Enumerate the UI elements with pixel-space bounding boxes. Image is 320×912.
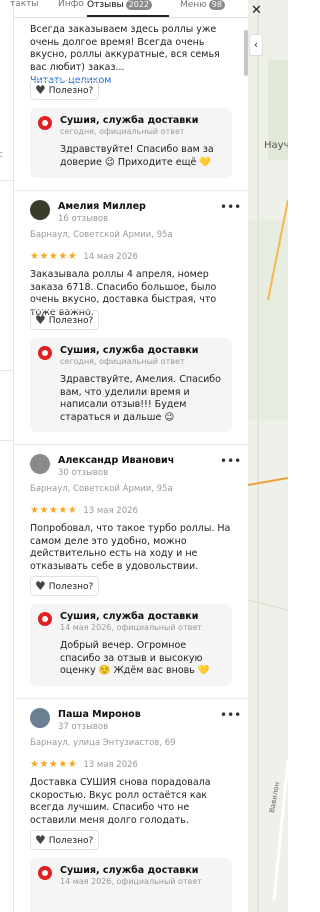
avatar[interactable] (30, 200, 50, 220)
reply-author: Сушия, служба доставки (60, 865, 199, 876)
useful-label: Полезно? (48, 836, 94, 846)
left-sidebar-strip: с (0, 0, 14, 912)
map-graphic (248, 0, 288, 912)
author-name[interactable]: Александр Иванович (58, 455, 174, 466)
close-icon[interactable]: ✕ (251, 4, 265, 18)
more-options-icon[interactable]: ••• (220, 454, 241, 468)
reply-author: Сушия, служба доставки (60, 345, 199, 356)
star-rating: ★★★★★ (30, 505, 78, 516)
brand-logo-icon (38, 866, 52, 880)
review-address: Барнаул, улица Энтузиастов, 69 (30, 738, 176, 748)
left-strip-text: с (0, 150, 3, 160)
review-card: Всегда заказываем здесь роллы уже очень … (18, 24, 242, 86)
heart-icon: ♥ (35, 579, 46, 593)
rating-row: ★★★★★ 13 мая 2026 (18, 752, 242, 771)
review-author-row: Александр Иванович 30 отзывов ••• (18, 454, 242, 484)
rating-row: ★★★★★ 14 мая 2026 (18, 244, 242, 263)
owner-reply: Сушия, служба доставки сегодня, официаль… (30, 108, 232, 178)
reply-text: Добрый вечер. Огромное спасибо за отзыв … (60, 640, 210, 676)
active-tab-indicator (87, 15, 169, 17)
useful-label: Полезно? (48, 582, 94, 592)
star-rating: ★★★★★ (30, 251, 78, 262)
app-root: Науч Вавилон ✕ ‹ с Всегда заказываем зде… (0, 0, 288, 912)
review-date: 13 мая 2026 (83, 506, 138, 516)
heart-icon: ♥ (35, 833, 46, 847)
reply-text: Здравствуйте! Спасибо вам за доверие 😉 П… (60, 144, 214, 168)
rating-row: ★★★★★ 13 мая 2026 (18, 498, 242, 517)
divider (0, 370, 14, 371)
review-divider (14, 190, 248, 191)
author-name[interactable]: Паша Миронов (58, 709, 141, 720)
review-date: 14 мая 2026 (83, 252, 138, 262)
review-author-row: Паша Миронов 37 отзывов ••• (18, 708, 242, 738)
tab-contacts[interactable]: такты (10, 0, 39, 18)
more-options-icon[interactable]: ••• (220, 708, 241, 722)
review-card: Амелия Миллер 16 отзывов ••• Барнаул, Со… (18, 200, 242, 319)
heart-icon: ♥ (35, 313, 46, 327)
reply-meta: 14 мая 2026, официальный ответ (60, 623, 202, 632)
tab-reviews-label: Отзывы (87, 0, 124, 10)
brand-logo-icon (38, 116, 52, 130)
useful-button[interactable]: ♥ Полезно? (30, 828, 100, 850)
author-name[interactable]: Амелия Миллер (58, 201, 146, 212)
owner-reply: Сушия, служба доставки 14 мая 2026, офиц… (30, 604, 232, 686)
brand-logo-icon (38, 612, 52, 626)
review-author-row: Амелия Миллер 16 отзывов ••• (18, 200, 242, 230)
review-divider (14, 444, 248, 445)
map-place-label: Науч (264, 140, 288, 151)
tab-info[interactable]: Инфо (58, 0, 84, 18)
review-divider (14, 698, 248, 699)
useful-button[interactable]: ♥ Полезно? (30, 78, 100, 100)
avatar[interactable] (30, 708, 50, 728)
tab-menu[interactable]: Меню 98 (180, 0, 225, 18)
reply-meta: 14 мая 2026, официальный ответ (60, 877, 202, 886)
chevron-left-icon[interactable]: ‹ (249, 34, 263, 56)
author-review-count: 16 отзывов (58, 214, 109, 224)
owner-reply: Сушия, служба доставки сегодня, официаль… (30, 338, 232, 432)
useful-label: Полезно? (48, 86, 94, 96)
tab-menu-label: Меню (180, 0, 207, 10)
reviews-count-badge: 2022 (125, 0, 152, 10)
more-options-icon[interactable]: ••• (220, 200, 241, 214)
author-review-count: 37 отзывов (58, 722, 109, 732)
map-area[interactable] (248, 0, 288, 912)
review-card: Александр Иванович 30 отзывов ••• Барнау… (18, 454, 242, 573)
reply-meta: сегодня, официальный ответ (60, 127, 185, 136)
review-date: 13 мая 2026 (83, 760, 138, 770)
owner-reply: Сушия, служба доставки 14 мая 2026, офиц… (30, 858, 232, 912)
menu-count-badge: 98 (208, 0, 225, 10)
avatar[interactable] (30, 454, 50, 474)
heart-icon: ♥ (35, 83, 46, 97)
useful-label: Полезно? (48, 316, 94, 326)
scrollbar[interactable] (244, 30, 248, 76)
tab-bar: такты Инфо Отзывы 2022 Меню 98 (10, 0, 248, 18)
useful-button[interactable]: ♥ Полезно? (30, 574, 100, 596)
reply-author: Сушия, служба доставки (60, 115, 199, 126)
review-text: Всегда заказываем здесь роллы уже очень … (30, 24, 220, 73)
reply-text: Здравствуйте, Амелия. Спасибо вам, что у… (60, 374, 221, 423)
brand-logo-icon (38, 346, 52, 360)
divider (0, 180, 14, 181)
review-text: Доставка СУШИЯ снова порадовала скорость… (30, 777, 211, 826)
divider (0, 440, 14, 441)
review-card: Паша Миронов 37 отзывов ••• Барнаул, ули… (18, 708, 242, 827)
star-rating: ★★★★★ (30, 759, 78, 770)
reply-author: Сушия, служба доставки (60, 611, 199, 622)
review-address: Барнаул, Советской Армии, 95а (30, 484, 173, 494)
useful-button[interactable]: ♥ Полезно? (30, 308, 100, 330)
reply-meta: сегодня, официальный ответ (60, 357, 185, 366)
review-address: Барнаул, Советской Армии, 95а (30, 230, 173, 240)
review-text: Попробовал, что такое турбо роллы. На са… (30, 523, 231, 572)
author-review-count: 30 отзывов (58, 468, 109, 478)
